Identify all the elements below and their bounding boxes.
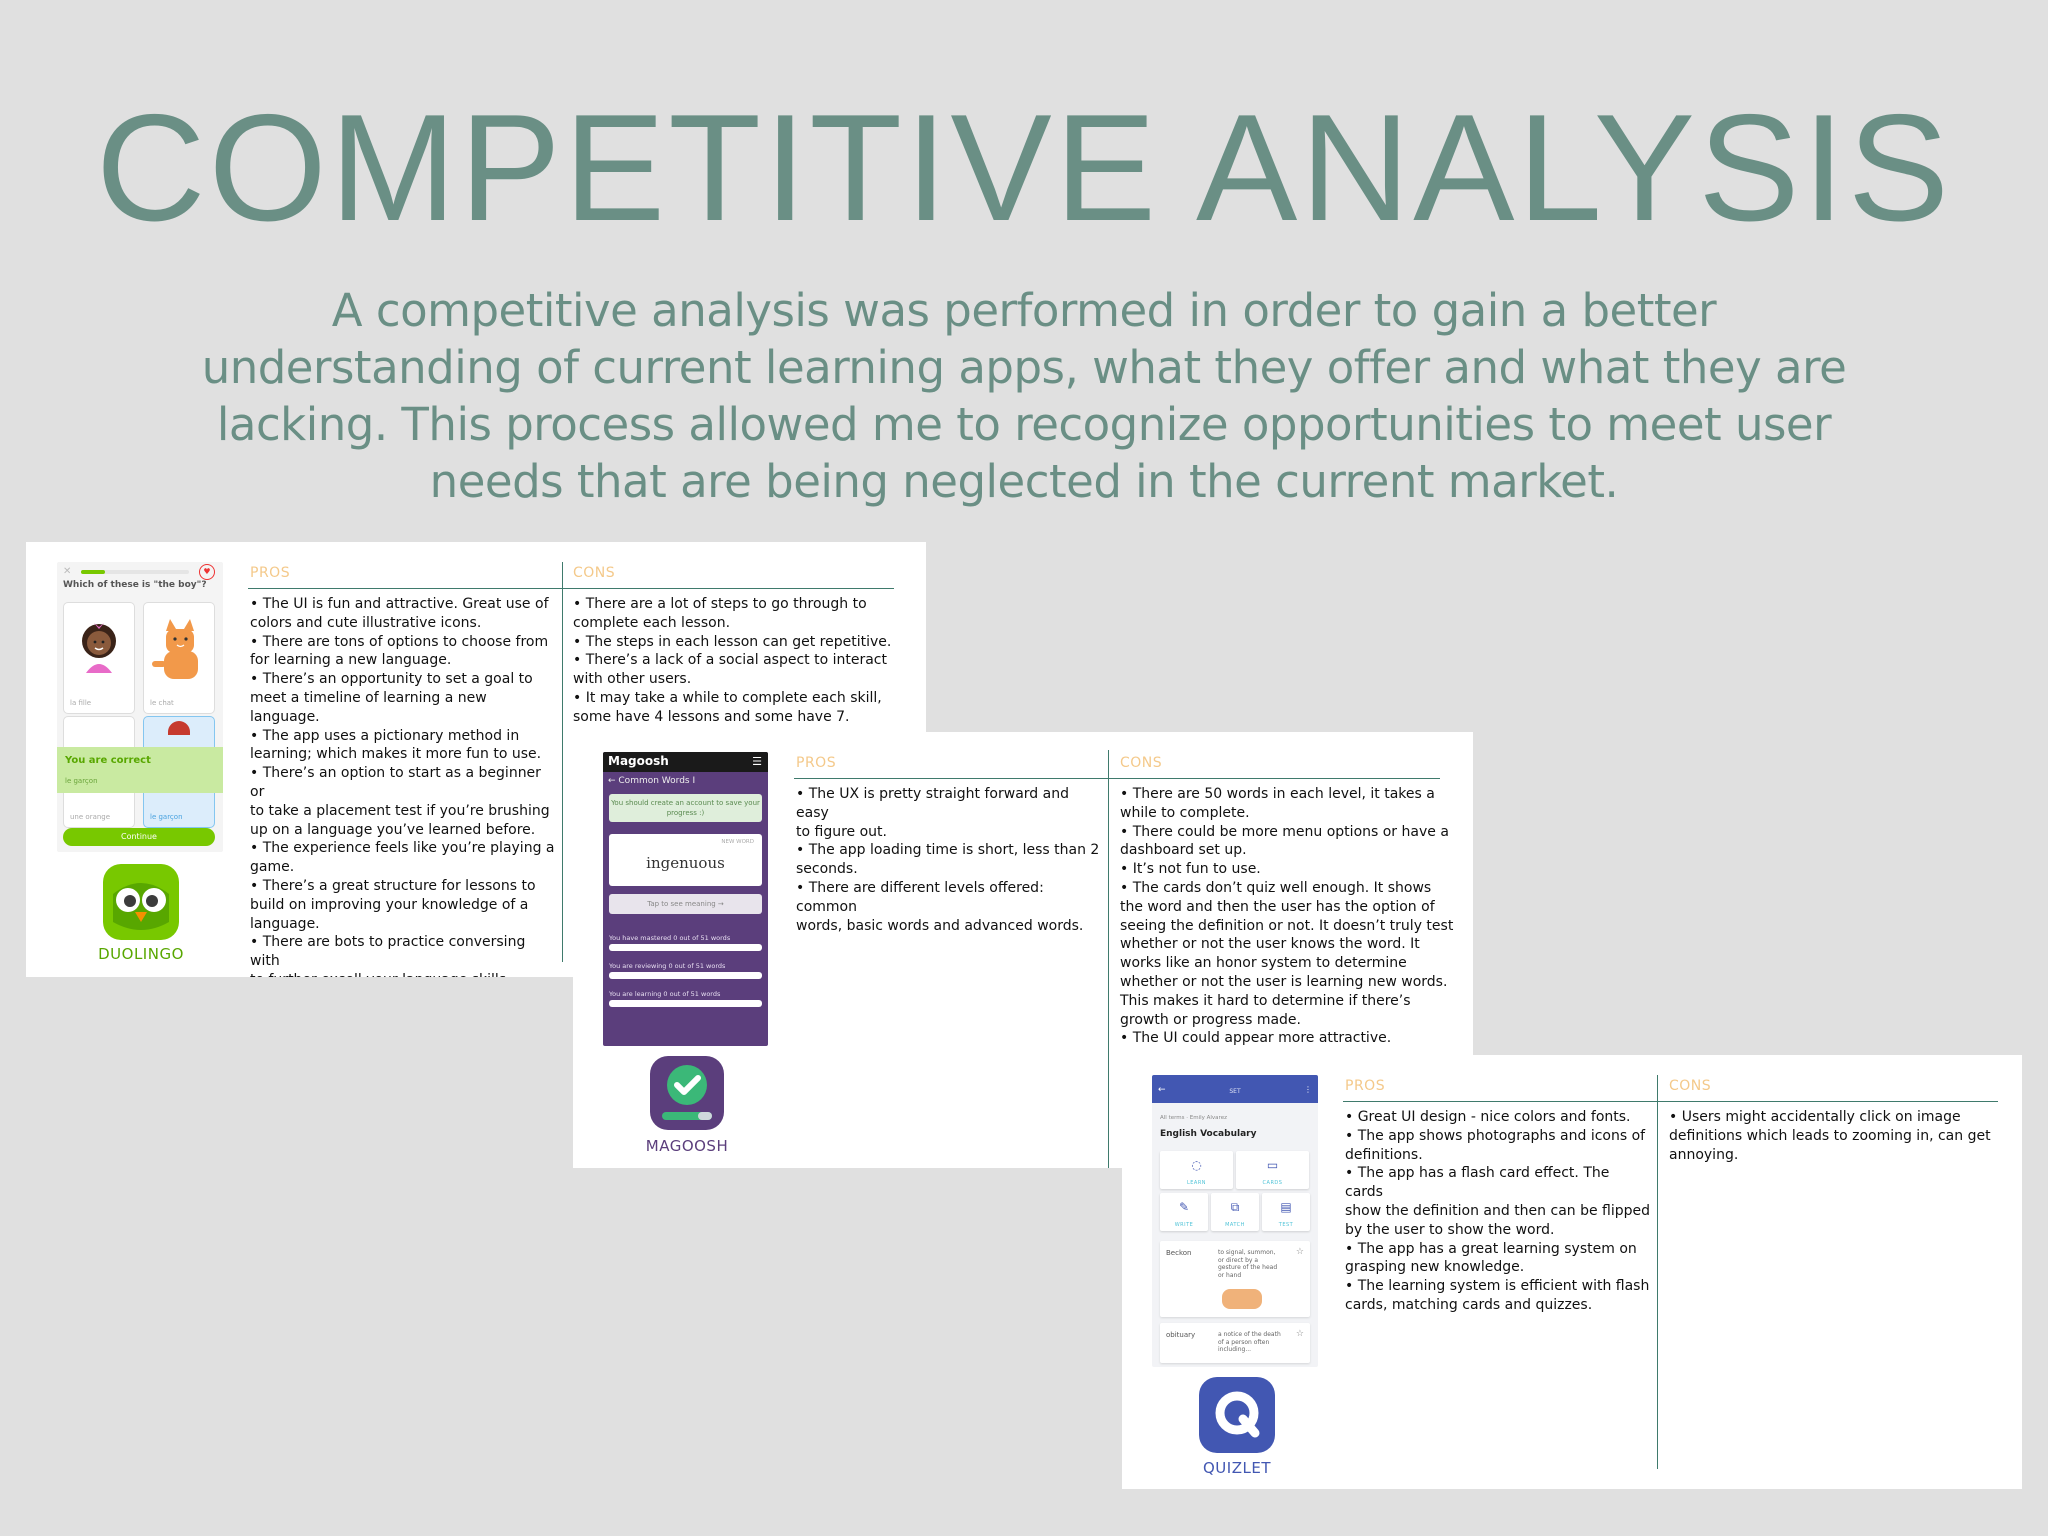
heart-icon: ♥ [199,564,215,580]
deck-title[interactable]: ← Common Words I [608,776,695,786]
intro-paragraph: A competitive analysis was performed in … [201,284,1847,508]
mode-learn-button[interactable]: ◌ LEARN [1160,1151,1233,1189]
term-card[interactable]: Beckon to signal, summon, or direct by a… [1160,1241,1310,1317]
stat-text: You are learning 0 out of 51 words [609,990,721,998]
progress-bar [81,570,189,574]
star-icon[interactable]: ☆ [1296,1329,1304,1339]
term-word: obituary [1166,1331,1196,1339]
quizlet-logo-icon [1199,1377,1275,1453]
app-header: ← SET ⋮ [1152,1075,1318,1103]
cons-header: CONS [1120,755,1163,771]
mode-cards-button[interactable]: ▭ CARDS [1236,1151,1309,1189]
header-title: SET [1229,1088,1241,1095]
new-word-badge: NEW WORD [721,839,754,845]
app-name: QUIZLET [1203,1459,1271,1477]
pencil-icon: ✎ [1178,1200,1190,1214]
stat-bar [609,1000,762,1007]
header-divider [1343,1101,1998,1102]
tile-label: une orange [70,813,111,821]
app-screenshot: ✕ ♥ Which of these is "the boy"? la fill… [57,562,223,852]
menu-icon[interactable]: ☰ [752,755,762,768]
mode-match-button[interactable]: ⧉ MATCH [1211,1193,1259,1231]
stat-bar [609,944,762,951]
pros-header: PROS [796,755,837,771]
cons-list: • There are 50 words in each level, it t… [1120,786,1454,1047]
term-card[interactable]: obituary a notice of the death of a pers… [1160,1323,1310,1363]
question-text: Which of these is "the boy"? [63,580,207,590]
pros-list: • Great UI design - nice colors and font… [1345,1109,1651,1313]
cons-header: CONS [573,565,616,581]
mode-label: CARDS [1262,1180,1283,1186]
pros-list: • The UX is pretty straight forward and … [796,786,1100,934]
match-icon: ⧉ [1230,1200,1240,1214]
column-divider [562,562,563,962]
learn-icon: ◌ [1191,1158,1202,1172]
cons-header: CONS [1669,1078,1712,1094]
mode-label: LEARN [1186,1180,1207,1186]
cons-list: • Users might accidentally click on imag… [1669,1109,1991,1163]
answer-tile[interactable]: la fille [63,602,135,714]
cat-illustration-icon [152,619,198,679]
app-card-quizlet: ← SET ⋮ All terms · Emily Alvarez Englis… [1122,1055,2022,1489]
boy-illustration-icon [168,721,190,735]
duolingo-logo-icon [103,864,179,940]
flashcard-word: ingenuous [646,854,725,872]
header-divider [248,588,894,589]
cons-list: • There are a lot of steps to go through… [573,596,892,725]
continue-button[interactable]: Continue [63,828,215,846]
magoosh-wordmark: Magoosh [608,754,669,768]
tile-label: le garçon [150,813,183,821]
star-icon[interactable]: ☆ [1296,1247,1304,1257]
hand-gesture-image[interactable] [1222,1289,1262,1309]
mode-label: MATCH [1225,1222,1245,1228]
tile-label: le chat [150,699,174,707]
mode-write-button[interactable]: ✎ WRITE [1160,1193,1208,1231]
correct-text: You are correct [65,755,151,766]
app-header: Magoosh ☰ [603,752,768,772]
cards-icon: ▭ [1266,1158,1279,1172]
stat-text: You are reviewing 0 out of 51 words [609,962,726,970]
set-title: English Vocabulary [1160,1129,1257,1139]
account-note[interactable]: You should create an account to save you… [609,794,762,822]
term-definition: to signal, summon, or direct by a gestur… [1218,1249,1278,1279]
page-title: COMPETITIVE ANALYSIS [95,83,1953,253]
answer-tile[interactable]: le chat [143,602,215,714]
test-icon: ▤ [1280,1200,1292,1214]
mode-label: TEST [1278,1222,1294,1228]
stat-bar [609,972,762,979]
app-name: MAGOOSH [645,1137,729,1155]
pros-header: PROS [250,565,291,581]
correct-banner: You are correct le garçon [57,747,223,793]
girl-illustration-icon [82,623,116,673]
pros-header: PROS [1345,1078,1386,1094]
app-screenshot: ← SET ⋮ All terms · Emily Alvarez Englis… [1152,1075,1318,1367]
app-screenshot: Magoosh ☰ ← Common Words I You should cr… [603,752,768,1046]
magoosh-logo-icon [650,1056,724,1130]
stat-text: You have mastered 0 out of 51 words [609,934,731,942]
header-divider [794,778,1440,779]
set-meta: All terms · Emily Alvarez [1160,1115,1227,1121]
see-meaning-button[interactable]: Tap to see meaning → [609,894,762,914]
column-divider [1108,750,1109,1168]
pros-list: • The UI is fun and attractive. Great us… [250,596,555,977]
more-icon[interactable]: ⋮ [1304,1085,1312,1094]
app-name: DUOLINGO [98,945,184,963]
column-divider [1657,1075,1658,1469]
correct-answer-text: le garçon [65,777,98,785]
term-definition: a notice of the death of a person often … [1218,1331,1281,1353]
mode-test-button[interactable]: ▤ TEST [1262,1193,1310,1231]
term-word: Beckon [1166,1249,1192,1257]
mode-label: WRITE [1174,1222,1194,1228]
tile-label: la fille [70,699,92,707]
flashcard[interactable]: NEW WORD ingenuous [609,834,762,886]
close-icon: ✕ [63,566,72,577]
